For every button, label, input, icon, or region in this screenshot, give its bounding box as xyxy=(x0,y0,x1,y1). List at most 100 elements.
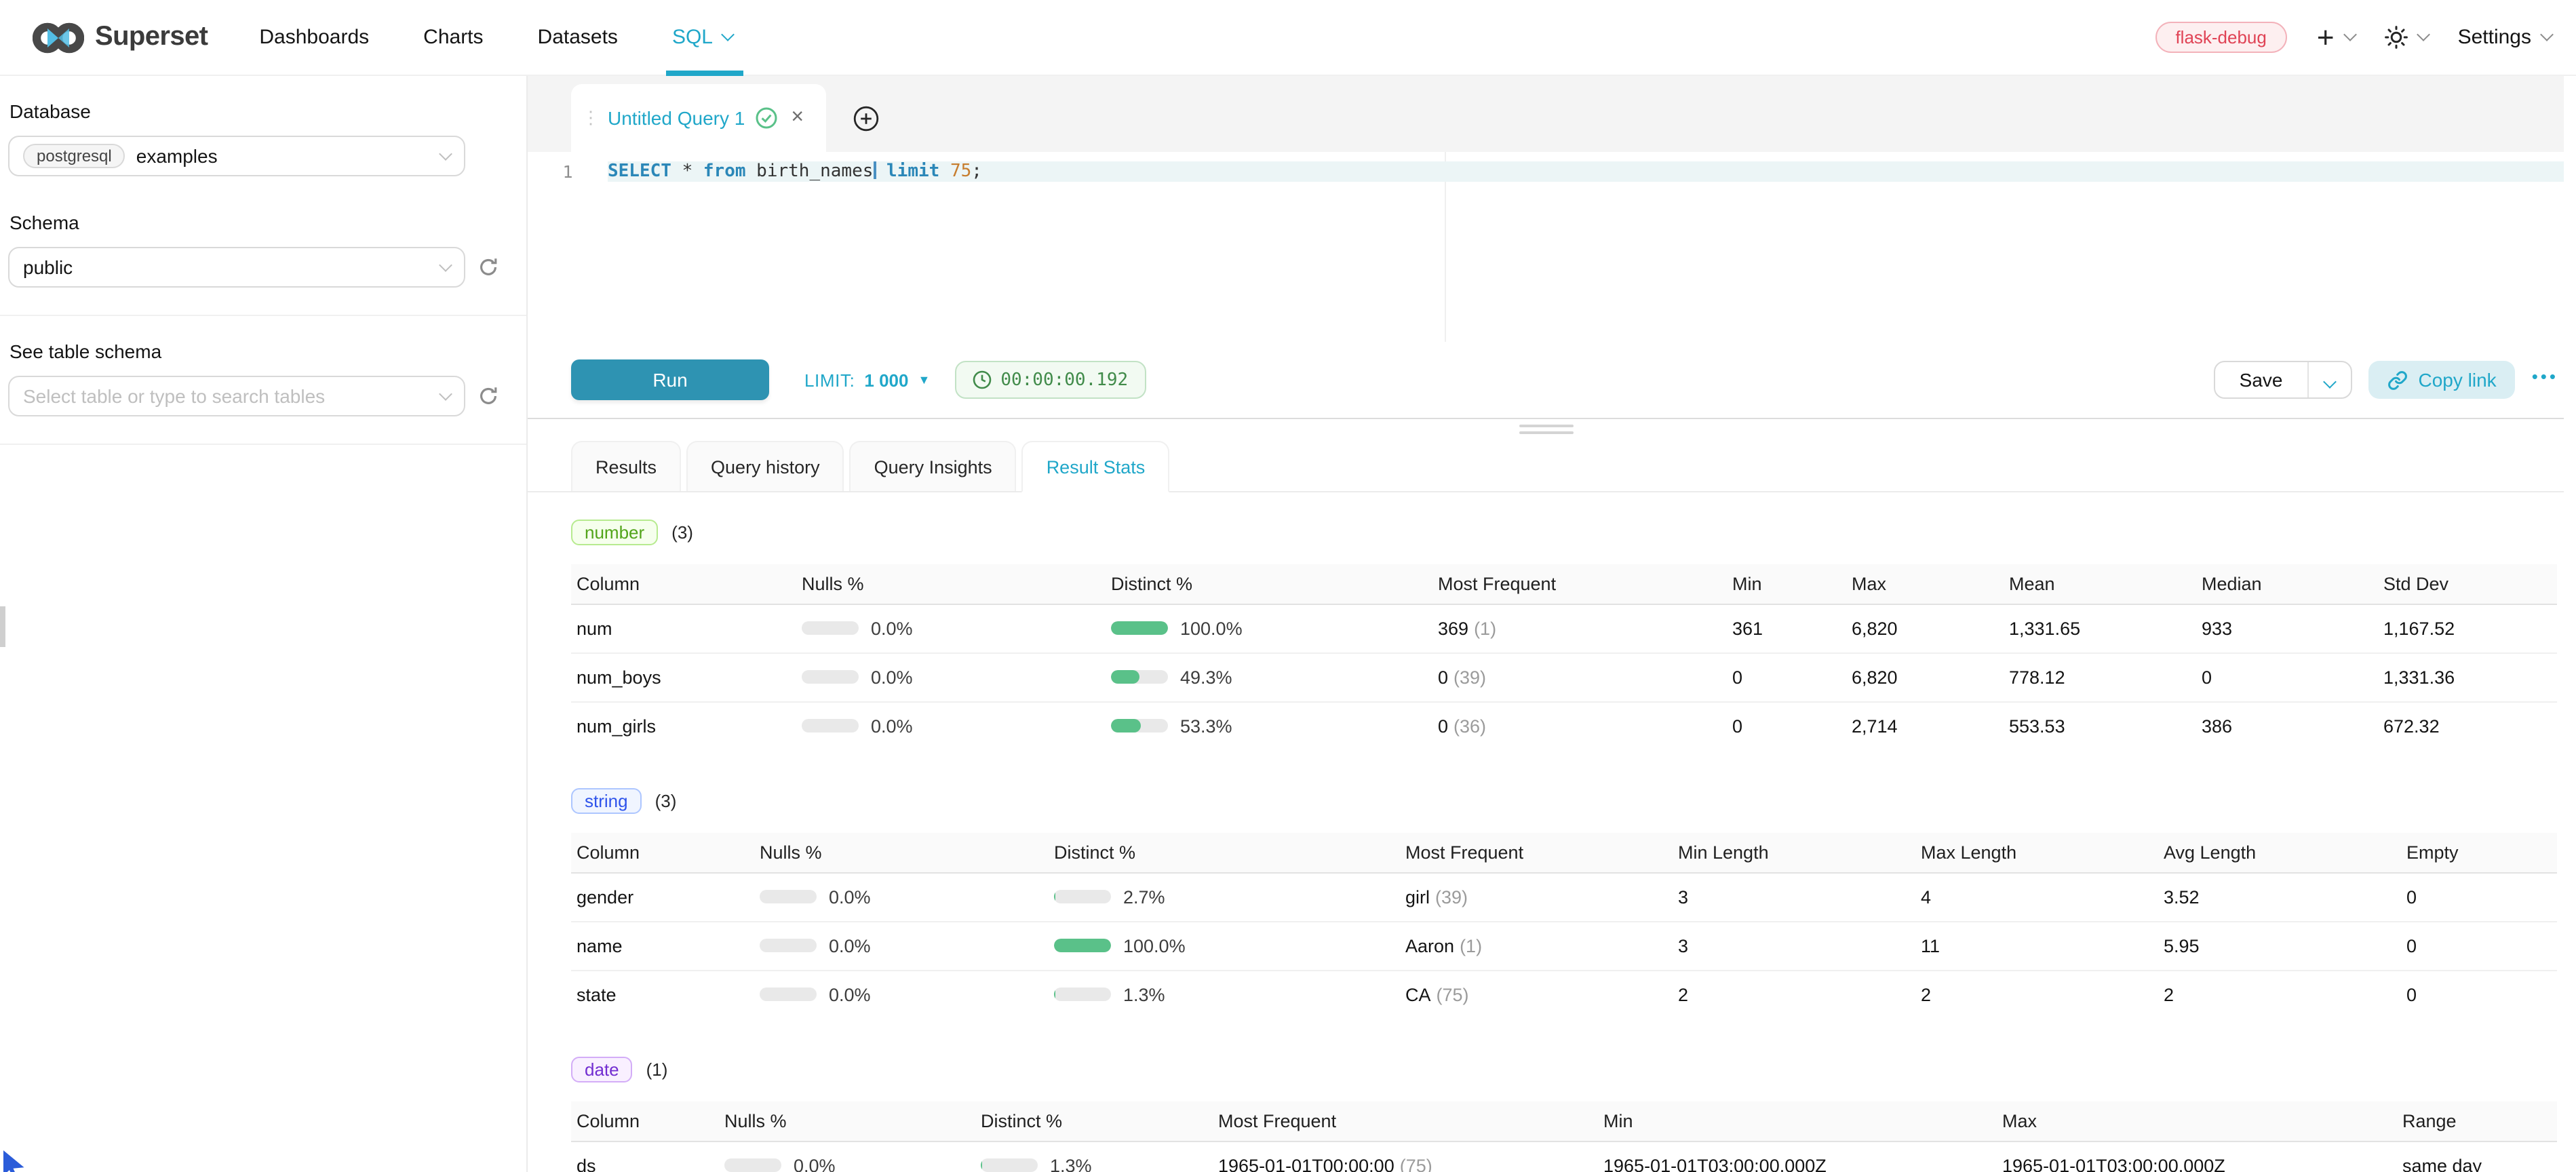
sql-text: ; xyxy=(971,161,982,182)
sql-editor[interactable]: 1 SELECT * from birth_names limit 75; xyxy=(528,152,2564,342)
caret-down-icon: ▼ xyxy=(918,373,931,387)
cell-min-length: 3 xyxy=(1678,872,1921,921)
save-options-button[interactable] xyxy=(2309,362,2351,397)
nulls-bar: 0.0% xyxy=(802,716,1111,737)
table-row: state 0.0% 1.3% CA(75) 2 2 2 0 xyxy=(571,970,2557,1019)
nulls-pct: 0.0% xyxy=(871,716,913,737)
cell-std-dev: 672.32 xyxy=(2383,701,2557,750)
date-column-count: (1) xyxy=(646,1059,668,1080)
cell-mean: 1,331.65 xyxy=(2009,604,2202,652)
tab-results[interactable]: Results xyxy=(571,441,681,491)
nav-sql-label: SQL xyxy=(672,26,713,49)
chevron-down-icon xyxy=(439,258,452,272)
sql-number: 75 xyxy=(939,161,971,182)
string-stats-table: Column Nulls % Distinct % Most Frequent … xyxy=(571,833,2557,1019)
cell-column-name: gender xyxy=(571,872,760,921)
tab-result-stats[interactable]: Result Stats xyxy=(1022,441,1170,492)
table-header-row: Column Nulls % Distinct % Most Frequent … xyxy=(571,833,2557,872)
new-query-tab-button[interactable] xyxy=(834,84,897,152)
cell-column-name: num_girls xyxy=(571,701,802,750)
table-row: name 0.0% 100.0% Aaron(1) 3 11 5.95 0 xyxy=(571,921,2557,970)
number-section-header: number (3) xyxy=(571,520,2564,545)
result-stats-panel: number (3) Column Nulls % Distinct % Mos… xyxy=(528,492,2564,1172)
more-actions-button[interactable]: ••• xyxy=(2532,366,2564,394)
new-item-button[interactable]: + xyxy=(2317,22,2355,52)
code-line-1: 1 SELECT * from birth_names limit 75; xyxy=(528,161,2564,182)
limit-label: LIMIT: xyxy=(804,370,855,390)
cell-max-length: 2 xyxy=(1921,970,2164,1019)
refresh-tables-button[interactable] xyxy=(476,384,501,408)
superset-logo[interactable]: Superset xyxy=(33,21,208,54)
column-header: Distinct % xyxy=(981,1101,1218,1141)
settings-label: Settings xyxy=(2458,26,2531,49)
most-frequent-count: (1) xyxy=(1460,935,1482,956)
tab-query-insights[interactable]: Query Insights xyxy=(850,441,1017,491)
cell-max: 2,714 xyxy=(1852,701,2009,750)
nulls-pct: 0.0% xyxy=(794,1156,836,1172)
close-tab-icon[interactable]: × xyxy=(791,107,804,129)
chevron-down-icon xyxy=(439,147,452,161)
chevron-down-icon xyxy=(2343,28,2357,41)
query-success-icon xyxy=(756,107,777,129)
save-button[interactable]: Save xyxy=(2215,362,2307,397)
cell-avg-length: 2 xyxy=(2164,970,2406,1019)
sql-lab-window: Superset Dashboards Charts Datasets SQL … xyxy=(0,0,2576,1172)
database-select[interactable]: postgresql examples xyxy=(8,136,465,176)
column-header: Column xyxy=(571,1101,724,1141)
most-frequent-value: Aaron xyxy=(1405,935,1454,956)
line-number: 1 xyxy=(528,161,608,182)
nulls-bar: 0.0% xyxy=(802,618,1111,638)
distinct-bar: 2.7% xyxy=(1054,886,1405,907)
nav-dashboards[interactable]: Dashboards xyxy=(259,0,369,75)
copy-link-button[interactable]: Copy link xyxy=(2368,361,2516,399)
schema-value: public xyxy=(23,256,73,278)
query-tab[interactable]: ⋮ Untitled Query 1 × xyxy=(571,84,826,152)
drag-handle-icon[interactable]: ⋮ xyxy=(582,107,597,129)
most-frequent-count: (36) xyxy=(1453,716,1486,737)
cell-min-length: 3 xyxy=(1678,921,1921,970)
most-frequent-count: (1) xyxy=(1474,618,1496,638)
tab-query-history[interactable]: Query history xyxy=(686,441,844,491)
nav-charts[interactable]: Charts xyxy=(423,0,483,75)
table-select[interactable]: Select table or type to search tables xyxy=(8,376,465,416)
sql-text: * xyxy=(671,161,703,182)
schema-select[interactable]: public xyxy=(8,247,465,288)
plus-circle-icon xyxy=(853,105,878,131)
column-header: Nulls % xyxy=(724,1101,981,1141)
cell-mean: 553.53 xyxy=(2009,701,2202,750)
link-icon xyxy=(2387,370,2408,390)
sql-keyword: from xyxy=(703,161,746,182)
copy-link-label: Copy link xyxy=(2419,369,2497,391)
query-tab-title: Untitled Query 1 xyxy=(608,107,745,129)
cell-column-name: num_boys xyxy=(571,652,802,701)
number-stats-table: Column Nulls % Distinct % Most Frequent … xyxy=(571,564,2557,750)
navbar-right: flask-debug + Settings xyxy=(2155,22,2552,53)
column-header: Range xyxy=(2402,1101,2557,1141)
table-schema-label: See table schema xyxy=(9,340,518,362)
column-header: Max xyxy=(1852,564,2009,604)
column-header: Median xyxy=(2202,564,2383,604)
brand-name: Superset xyxy=(95,22,208,53)
column-header: Empty xyxy=(2406,833,2557,872)
cell-column-name: ds xyxy=(571,1141,724,1172)
pane-divider-grip[interactable] xyxy=(0,606,5,647)
date-stats-table: Column Nulls % Distinct % Most Frequent … xyxy=(571,1101,2557,1172)
settings-menu[interactable]: Settings xyxy=(2458,26,2552,49)
string-section-header: string (3) xyxy=(571,788,2564,814)
sql-keyword: SELECT xyxy=(608,161,671,182)
theme-toggle-button[interactable] xyxy=(2385,26,2428,49)
nav-datasets[interactable]: Datasets xyxy=(538,0,618,75)
resize-handle[interactable] xyxy=(1519,425,1573,434)
nav-sql[interactable]: SQL xyxy=(672,0,733,75)
distinct-pct: 53.3% xyxy=(1180,716,1232,737)
refresh-schemas-button[interactable] xyxy=(476,255,501,279)
cell-min-length: 2 xyxy=(1678,970,1921,1019)
distinct-bar: 53.3% xyxy=(1111,716,1438,737)
cell-min: 0 xyxy=(1732,701,1852,750)
most-frequent-value: 0 xyxy=(1438,716,1448,737)
cell-max: 6,820 xyxy=(1852,604,2009,652)
limit-dropdown[interactable]: LIMIT: 1 000 ▼ xyxy=(804,370,930,390)
sidebar: Database postgresql examples Schema publ… xyxy=(0,76,528,1172)
refresh-icon xyxy=(477,385,499,407)
run-button[interactable]: Run xyxy=(571,359,769,400)
